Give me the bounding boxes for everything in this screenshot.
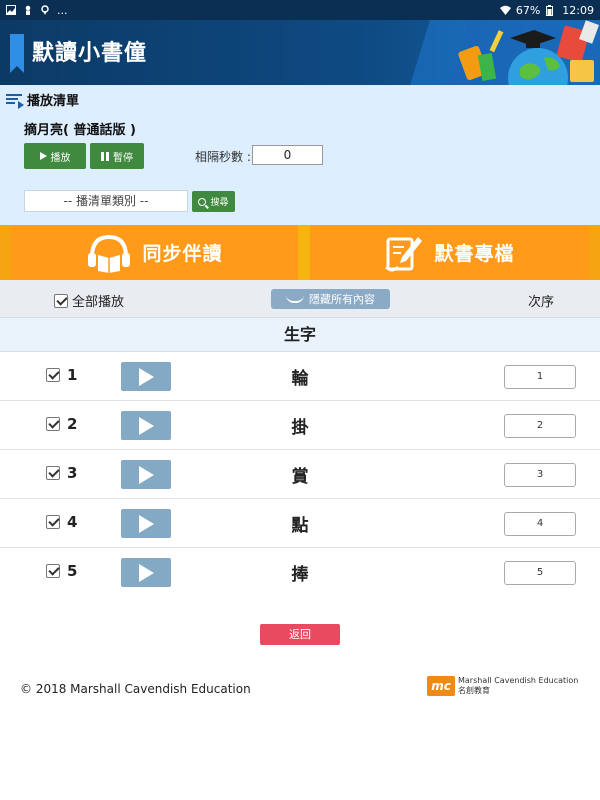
list-item: 1 輪 1 bbox=[0, 352, 600, 401]
mode-tabs: 同步伴讀 默書專檔 bbox=[0, 225, 600, 280]
tab-dictation-label: 默書專檔 bbox=[434, 243, 515, 265]
section-title: 生字 bbox=[0, 318, 600, 352]
row-play-button[interactable] bbox=[121, 411, 171, 440]
row-play-button[interactable] bbox=[121, 509, 171, 538]
wifi-icon bbox=[499, 5, 511, 15]
interval-input[interactable]: 0 bbox=[252, 145, 323, 165]
play-button[interactable]: 播放 bbox=[24, 143, 86, 169]
row-play-button[interactable] bbox=[121, 460, 171, 489]
row-checkbox[interactable] bbox=[46, 515, 60, 529]
eye-closed-icon bbox=[286, 295, 304, 303]
play-all-checkbox[interactable] bbox=[54, 293, 68, 308]
row-word: 捧 bbox=[291, 565, 309, 585]
search-icon bbox=[198, 197, 207, 206]
list-item: 4 點 4 bbox=[0, 499, 600, 548]
pause-button[interactable]: 暫停 bbox=[90, 143, 144, 169]
hide-all-label: 隱藏所有內容 bbox=[309, 293, 375, 306]
pause-icon bbox=[101, 151, 109, 161]
play-all-label: 全部播放 bbox=[72, 295, 125, 310]
logo-text: Marshall Cavendish Education 名創教育 bbox=[458, 676, 578, 696]
battery-percent: 67% bbox=[515, 3, 541, 17]
publisher-logo: mc Marshall Cavendish Education 名創教育 bbox=[427, 676, 578, 696]
logo-mark: mc bbox=[427, 676, 455, 696]
row-play-button[interactable] bbox=[121, 362, 171, 391]
row-order-input[interactable]: 3 bbox=[504, 463, 576, 487]
row-number: 4 bbox=[67, 513, 78, 531]
row-order-input[interactable]: 4 bbox=[504, 512, 576, 536]
row-word: 賞 bbox=[291, 467, 309, 487]
row-play-button[interactable] bbox=[121, 558, 171, 587]
location-icon bbox=[40, 5, 50, 15]
battery-icon bbox=[546, 5, 556, 16]
edit-document-icon bbox=[385, 236, 423, 271]
row-number: 5 bbox=[67, 562, 78, 580]
bookmark-icon bbox=[10, 34, 24, 73]
app-title: 默讀小書僮 bbox=[32, 41, 148, 66]
row-checkbox[interactable] bbox=[46, 417, 60, 431]
app-root: ... 67% 12:09 默讀小書僮 播放清單 摘月亮(普通話版) 播放 … bbox=[0, 0, 600, 800]
row-word: 掛 bbox=[291, 418, 309, 438]
list-item: 2 掛 2 bbox=[0, 401, 600, 450]
gallery-icon bbox=[6, 5, 16, 15]
search-button-label: 搜尋 bbox=[210, 198, 229, 208]
status-more: ... bbox=[57, 3, 68, 17]
list-item: 3 賞 3 bbox=[0, 450, 600, 499]
row-checkbox[interactable] bbox=[46, 368, 60, 382]
copyright: © 2018 Marshall Cavendish Education bbox=[20, 682, 251, 696]
app-header: 默讀小書僮 bbox=[0, 20, 600, 85]
list-item: 5 捧 5 bbox=[0, 548, 600, 597]
play-button-label: 播放 bbox=[50, 152, 71, 164]
interval-label: 相隔秒數 : bbox=[195, 150, 251, 164]
back-button[interactable]: 返回 bbox=[260, 624, 340, 645]
row-number: 1 bbox=[67, 366, 78, 384]
category-select[interactable]: -- 播清單類別 -- bbox=[24, 190, 188, 212]
headphones-book-icon bbox=[88, 234, 131, 273]
clock: 12:09 bbox=[562, 3, 594, 17]
header-illustration bbox=[410, 20, 600, 85]
playlist-heading-label: 播放清單 bbox=[27, 94, 80, 109]
playlist-title: 摘月亮( 普通話版 ) bbox=[24, 123, 136, 138]
person-icon bbox=[23, 5, 33, 15]
search-button[interactable]: 搜尋 bbox=[192, 191, 235, 212]
playlist-menu-icon bbox=[6, 92, 24, 109]
row-order-input[interactable]: 2 bbox=[504, 414, 576, 438]
playlist-heading: 播放清單 bbox=[6, 90, 79, 109]
tab-divider bbox=[298, 225, 310, 280]
status-bar: ... 67% 12:09 bbox=[0, 0, 600, 20]
play-icon bbox=[39, 152, 47, 160]
row-order-input[interactable]: 1 bbox=[504, 365, 576, 389]
row-word: 輪 bbox=[291, 369, 309, 389]
row-number: 2 bbox=[67, 415, 78, 433]
row-checkbox[interactable] bbox=[46, 564, 60, 578]
order-column-label: 次序 bbox=[528, 295, 555, 310]
tab-dictation[interactable]: 默書專檔 bbox=[310, 225, 589, 280]
play-all-toggle[interactable]: 全部播放 bbox=[54, 291, 124, 310]
pause-button-label: 暫停 bbox=[113, 152, 133, 164]
logo-text-en: Marshall Cavendish Education bbox=[458, 676, 579, 685]
tab-sync-label: 同步伴讀 bbox=[142, 243, 223, 265]
hide-all-button[interactable]: 隱藏所有內容 bbox=[271, 289, 390, 309]
row-checkbox[interactable] bbox=[46, 466, 60, 480]
logo-text-zh: 名創教育 bbox=[458, 686, 490, 695]
row-number: 3 bbox=[67, 464, 78, 482]
table-header: 全部播放 隱藏所有內容 次序 bbox=[0, 280, 600, 318]
tab-sync-reading[interactable]: 同步伴讀 bbox=[11, 225, 298, 280]
playlist-panel: 播放清單 摘月亮( 普通話版 ) 播放 暫停 相隔秒數 : 0 -- 播清單類別… bbox=[0, 85, 600, 225]
row-order-input[interactable]: 5 bbox=[504, 561, 576, 585]
row-word: 點 bbox=[291, 516, 309, 536]
